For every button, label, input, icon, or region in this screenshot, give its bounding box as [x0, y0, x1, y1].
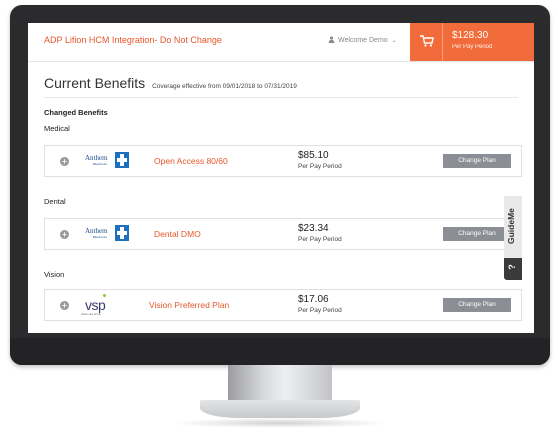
category-medical: Medical	[44, 124, 70, 133]
divider	[44, 97, 518, 98]
plan-price: $17.06	[298, 294, 329, 305]
section-heading: Changed Benefits	[44, 108, 108, 117]
plan-row-vision: + vsp Vision care for life Vision Prefer…	[44, 289, 522, 321]
page-title: Current Benefits Coverage effective from…	[44, 75, 297, 91]
plus-icon[interactable]: +	[60, 157, 69, 166]
stand-shadow	[170, 418, 390, 428]
plan-period: Per Pay Period	[298, 163, 342, 170]
category-vision: Vision	[44, 270, 65, 279]
app-title[interactable]: ADP Lifion HCM Integration- Do Not Chang…	[44, 35, 222, 45]
vsp-logo: vsp Vision care for life	[81, 294, 123, 316]
chevron-down-icon: ⌄	[391, 38, 397, 44]
plus-icon[interactable]: +	[60, 230, 69, 239]
plan-name-link[interactable]: Vision Preferred Plan	[149, 300, 229, 310]
page-title-text: Current Benefits	[44, 75, 146, 91]
category-dental: Dental	[44, 197, 66, 206]
question-icon: ?	[506, 264, 517, 270]
change-plan-button[interactable]: Change Plan	[443, 154, 511, 168]
app-header: ADP Lifion HCM Integration- Do Not Chang…	[28, 23, 534, 62]
plan-period: Per Pay Period	[298, 307, 342, 314]
change-plan-button[interactable]: Change Plan	[443, 298, 511, 312]
cart-amount: $128.30	[452, 30, 489, 41]
plus-icon[interactable]: +	[60, 301, 69, 310]
monitor-neck	[228, 365, 332, 403]
plan-name-link[interactable]: Open Access 80/60	[154, 156, 228, 166]
coverage-dates: Coverage effective from 09/01/2018 to 07…	[152, 83, 297, 90]
logo-text: Anthem	[85, 227, 108, 235]
screen: ADP Lifion HCM Integration- Do Not Chang…	[28, 23, 534, 333]
plan-row-dental: + Anthem BlueCross Dental DMO $23.34 Per…	[44, 218, 522, 250]
logo-subtext: Vision care for life	[81, 313, 101, 316]
logo-subtext: BlueCross	[93, 235, 107, 239]
plan-name-link[interactable]: Dental DMO	[154, 229, 201, 239]
cart-divider	[442, 23, 443, 61]
cart-summary[interactable]: $128.30 Per Pay Period	[410, 23, 534, 61]
anthem-logo: Anthem BlueCross	[85, 225, 129, 243]
cart-icon	[420, 35, 434, 47]
change-plan-button[interactable]: Change Plan	[443, 227, 511, 241]
person-icon	[328, 36, 335, 43]
guideme-label: GuideMe	[506, 208, 516, 244]
user-menu[interactable]: Welcome Demo ⌄	[328, 36, 397, 44]
plan-row-medical: + Anthem BlueCross Open Access 80/60 $85…	[44, 145, 522, 177]
guideme-label-area: GuideMe	[504, 196, 522, 258]
plan-price: $23.34	[298, 223, 329, 234]
welcome-text: Welcome Demo	[338, 37, 388, 44]
logo-text: vsp	[85, 297, 106, 313]
blue-cross-icon	[115, 152, 129, 168]
cart-period: Per Pay Period	[452, 44, 493, 50]
guideme-tab[interactable]: GuideMe ?	[504, 196, 522, 280]
monitor-stand	[200, 400, 360, 418]
plan-price: $85.10	[298, 150, 329, 161]
blue-cross-icon	[115, 225, 129, 241]
logo-subtext: BlueCross	[93, 162, 107, 166]
plan-period: Per Pay Period	[298, 236, 342, 243]
anthem-logo: Anthem BlueCross	[85, 152, 129, 170]
logo-text: Anthem	[85, 154, 108, 162]
monitor-chin	[10, 338, 550, 365]
